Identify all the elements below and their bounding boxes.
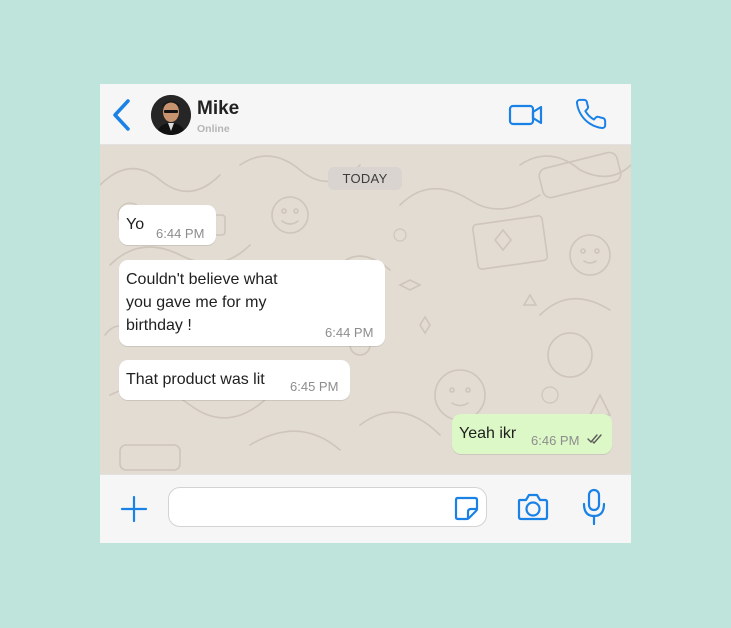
message-time: 6:46 PM (531, 433, 580, 448)
contact-name[interactable]: Mike (197, 98, 239, 120)
message-text-line: you gave me for my (126, 294, 267, 311)
message-time: 6:44 PM (325, 325, 374, 340)
sticker-icon[interactable] (453, 495, 479, 521)
message-time: 6:45 PM (290, 379, 339, 394)
message-text: Yeah ikr (459, 425, 517, 442)
phone-call-icon[interactable] (574, 97, 608, 131)
double-check-read-icon (586, 432, 606, 446)
incoming-message[interactable]: That product was lit 6:45 PM (119, 360, 350, 400)
incoming-message[interactable]: Couldn't believe what you gave me for my… (119, 260, 385, 346)
plus-icon[interactable] (119, 494, 149, 524)
microphone-icon[interactable] (580, 488, 608, 526)
avatar[interactable] (151, 95, 191, 135)
message-text-line: Couldn't believe what (126, 271, 278, 288)
message-text: Yo (126, 216, 145, 233)
camera-icon[interactable] (516, 492, 550, 522)
message-text: That product was lit (126, 371, 265, 388)
message-list: TODAY Yo 6:44 PM Couldn't believe what y… (100, 145, 631, 474)
message-text-line: birthday ! (126, 317, 192, 334)
chat-window: Mike Online TODAY Yo 6:44 PM Couldn't be… (100, 84, 631, 543)
incoming-message[interactable]: Yo 6:44 PM (119, 205, 216, 245)
message-time: 6:44 PM (156, 226, 205, 241)
date-divider: TODAY (328, 167, 402, 190)
back-chevron-icon[interactable] (110, 98, 134, 132)
message-input[interactable] (168, 487, 487, 527)
contact-status: Online (197, 123, 230, 135)
video-call-icon[interactable] (508, 101, 544, 129)
outgoing-message[interactable]: Yeah ikr 6:46 PM (452, 414, 612, 454)
chat-header: Mike Online (100, 84, 631, 145)
composer-bar (100, 474, 631, 543)
